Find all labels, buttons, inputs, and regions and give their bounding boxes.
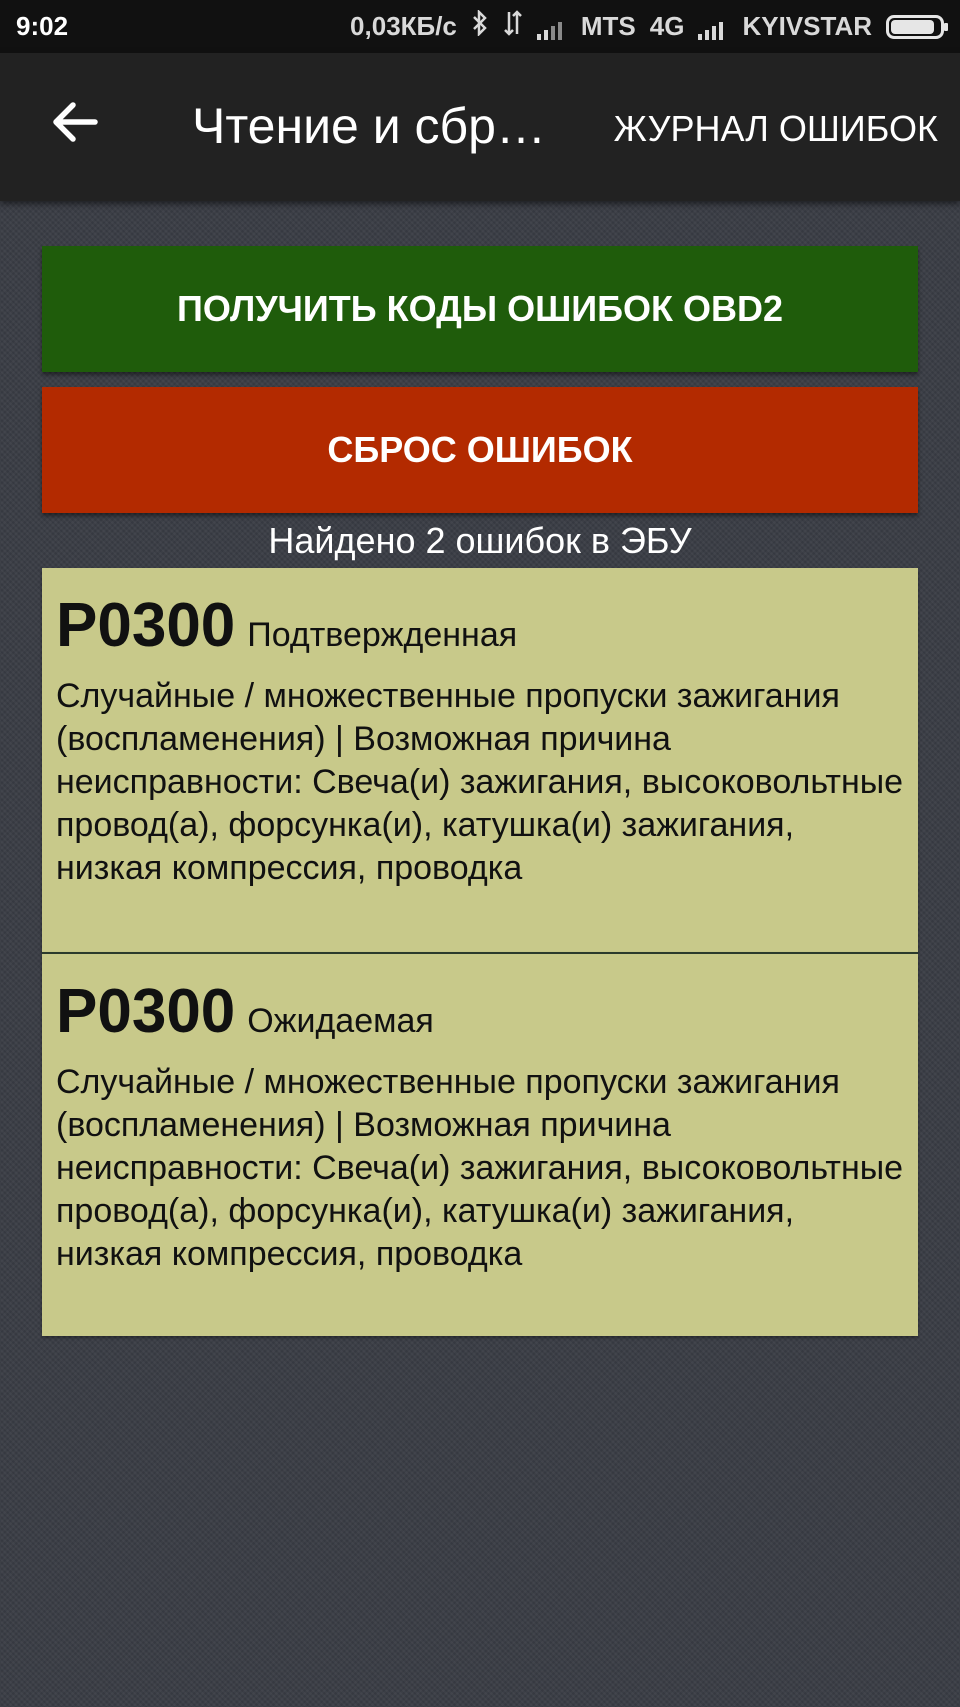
signal-strength-icon-2 bbox=[698, 16, 728, 40]
network-type: 4G bbox=[649, 11, 685, 41]
error-status: Подтвержденная bbox=[247, 616, 518, 654]
arrow-left-icon bbox=[51, 100, 99, 149]
error-card[interactable]: P0300 Ожидаемая Случайные / множественные… bbox=[42, 952, 918, 1336]
back-button[interactable] bbox=[40, 89, 110, 159]
error-code: P0300 bbox=[56, 591, 236, 660]
reset-errors-button[interactable]: СБРОС ОШИБОК bbox=[42, 387, 918, 513]
battery-icon bbox=[886, 14, 948, 39]
error-description: Случайные / множественные пропуски зажиг… bbox=[56, 1063, 904, 1273]
carrier-2: KYIVSTAR bbox=[742, 11, 872, 41]
bluetooth-icon bbox=[471, 8, 489, 43]
signal-strength-icon-1 bbox=[536, 16, 567, 40]
error-status: Ожидаемая bbox=[247, 1002, 434, 1040]
read-codes-button[interactable]: ПОЛУЧИТЬ КОДЫ ОШИБОК OBD2 bbox=[42, 246, 918, 372]
app-toolbar: Чтение и сбр… ЖУРНАЛ ОШИБОК bbox=[0, 53, 960, 201]
error-list: P0300 Подтвержденная Случайные / множеств… bbox=[42, 568, 918, 1336]
page-title: Чтение и сбр… bbox=[192, 98, 546, 154]
status-time: 9:02 bbox=[16, 11, 69, 41]
data-transfer-icon bbox=[503, 10, 523, 43]
status-indicators: 0,03КБ/с MTS 4G KYIVSTAR bbox=[350, 8, 948, 43]
error-code: P0300 bbox=[56, 977, 236, 1046]
error-log-button[interactable]: ЖУРНАЛ ОШИБОК bbox=[614, 108, 938, 150]
errors-found-count: Найдено 2 ошибок в ЭБУ bbox=[268, 520, 692, 561]
carrier-1: MTS bbox=[580, 11, 636, 41]
network-speed: 0,03КБ/с bbox=[350, 11, 457, 41]
status-bar: 9:02 0,03КБ/с MTS 4G KYIVSTAR bbox=[0, 0, 960, 53]
error-description: Случайные / множественные пропуски зажиг… bbox=[56, 677, 904, 887]
error-card[interactable]: P0300 Подтвержденная Случайные / множеств… bbox=[42, 568, 918, 952]
